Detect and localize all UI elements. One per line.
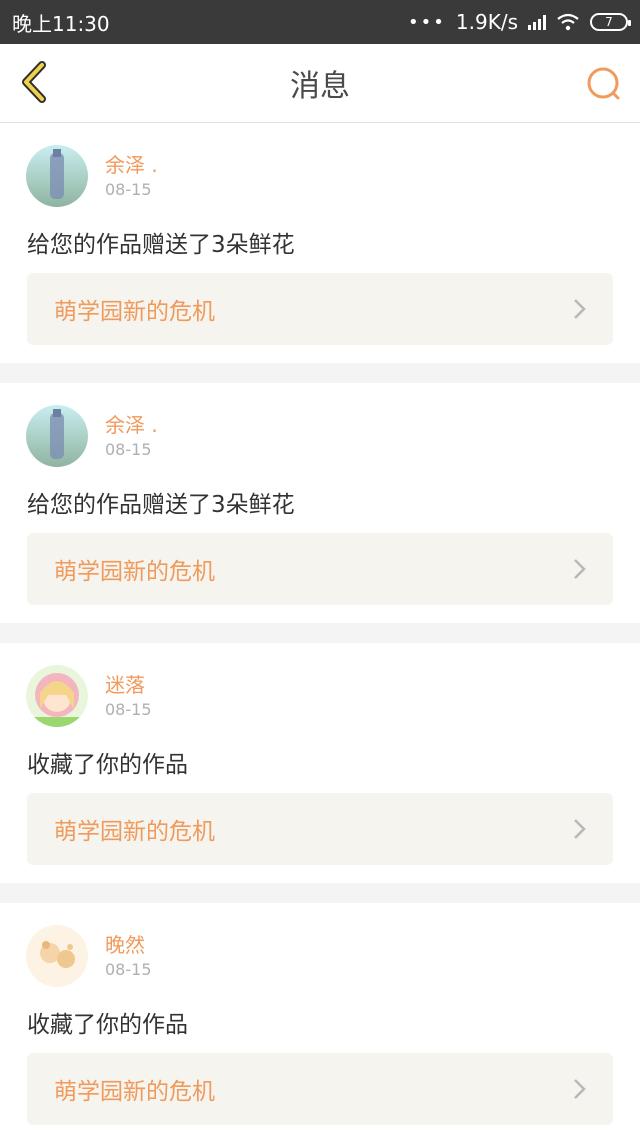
chevron-right-icon — [574, 299, 586, 319]
wifi-icon — [557, 13, 579, 31]
work-link[interactable]: 萌学园新的危机 — [27, 533, 613, 605]
message-date: 08-15 — [105, 180, 152, 199]
user-name[interactable]: 余泽 . — [105, 149, 158, 178]
message-date: 08-15 — [105, 960, 152, 979]
message-date: 08-15 — [105, 440, 152, 459]
message-text: 给您的作品赠送了3朵鲜花 — [27, 492, 295, 518]
avatar[interactable] — [26, 145, 88, 207]
avatar[interactable] — [26, 665, 88, 727]
user-name[interactable]: 余泽 . — [105, 409, 158, 438]
status-right: ••• 1.9K/s 7 — [408, 10, 631, 34]
work-title: 萌学园新的危机 — [54, 1079, 215, 1105]
signal-icon — [528, 14, 546, 30]
battery-level: 7 — [605, 15, 613, 29]
chevron-right-icon — [574, 1079, 586, 1099]
work-link[interactable]: 萌学园新的危机 — [27, 273, 613, 345]
app-header: 消息 — [0, 44, 640, 123]
message-card: 晚然 08-15 收藏了你的作品 萌学园新的危机 — [0, 903, 640, 1143]
battery-icon: 7 — [590, 13, 631, 31]
status-bar: 晚上11:30 ••• 1.9K/s 7 — [0, 0, 640, 44]
work-link[interactable]: 萌学园新的危机 — [27, 793, 613, 865]
work-title: 萌学园新的危机 — [54, 819, 215, 845]
work-title: 萌学园新的危机 — [54, 299, 215, 325]
network-speed: 1.9K/s — [455, 10, 518, 34]
message-text: 收藏了你的作品 — [27, 752, 188, 778]
search-icon — [587, 67, 620, 100]
chevron-right-icon — [574, 559, 586, 579]
message-text: 给您的作品赠送了3朵鲜花 — [27, 232, 295, 258]
message-list: 余泽 . 08-15 给您的作品赠送了3朵鲜花 萌学园新的危机 余泽 . 08-… — [0, 123, 640, 1143]
message-date: 08-15 — [105, 700, 152, 719]
message-card: 余泽 . 08-15 给您的作品赠送了3朵鲜花 萌学园新的危机 — [0, 383, 640, 623]
chevron-right-icon — [574, 819, 586, 839]
message-text: 收藏了你的作品 — [27, 1012, 188, 1038]
page-title: 消息 — [290, 69, 350, 104]
more-dots-icon: ••• — [408, 11, 446, 33]
work-title: 萌学园新的危机 — [54, 559, 215, 585]
search-button[interactable] — [584, 64, 624, 104]
user-name[interactable]: 迷落 — [105, 669, 145, 698]
message-card: 余泽 . 08-15 给您的作品赠送了3朵鲜花 萌学园新的危机 — [0, 123, 640, 363]
status-time: 晚上11:30 — [12, 11, 110, 36]
avatar[interactable] — [26, 925, 88, 987]
user-name[interactable]: 晚然 — [105, 929, 145, 958]
message-card: 迷落 08-15 收藏了你的作品 萌学园新的危机 — [0, 643, 640, 883]
avatar[interactable] — [26, 405, 88, 467]
back-button[interactable] — [14, 60, 58, 104]
work-link[interactable]: 萌学园新的危机 — [27, 1053, 613, 1125]
